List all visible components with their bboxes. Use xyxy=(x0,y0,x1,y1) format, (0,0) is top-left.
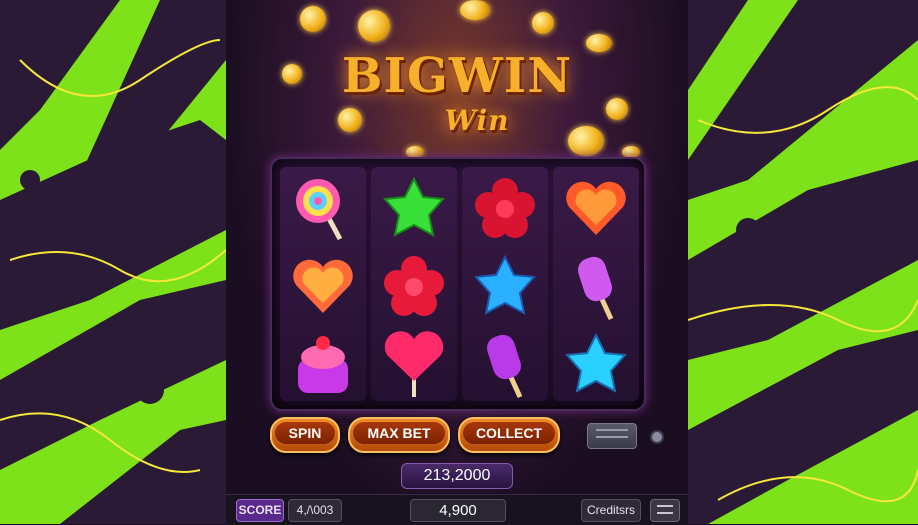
coin-icon xyxy=(460,0,490,20)
left-background-art xyxy=(0,0,226,524)
cupcake-candy-icon xyxy=(298,336,348,393)
big-win-title: BIGWIN xyxy=(341,48,573,104)
indicator-dot[interactable] xyxy=(650,430,664,444)
heart-candy-icon xyxy=(566,181,626,235)
spin-button-label: SPIN xyxy=(275,422,335,444)
green-star-candy-icon xyxy=(382,176,446,237)
popsicle-icon xyxy=(487,334,523,399)
reel-grid xyxy=(270,157,646,411)
red-gummy-flower-icon xyxy=(384,256,444,316)
score-value: 4,/\003 xyxy=(288,499,342,522)
red-gummy-flower-icon xyxy=(475,178,535,238)
collect-button-label: COLLECT xyxy=(463,422,555,444)
coin-icon xyxy=(300,6,326,32)
coin-icon xyxy=(532,12,554,34)
lollipop-icon xyxy=(296,179,343,241)
score-label: SCORE xyxy=(236,499,284,522)
reel-4 xyxy=(553,167,639,401)
max-bet-button-label: MAX BET xyxy=(353,422,445,444)
reel-2 xyxy=(371,167,457,401)
menu-icon xyxy=(657,505,673,507)
reel-1 xyxy=(280,167,366,401)
heart-lollipop-icon xyxy=(384,331,444,397)
menu-button[interactable] xyxy=(650,499,680,522)
slot-game-panel: BIGWIN Win SPIN MAX BET COLLECT 213,2000 xyxy=(226,0,688,524)
big-win-subtitle: Win xyxy=(444,104,510,137)
bet-value-display: 4,900 xyxy=(410,499,506,522)
reel-3 xyxy=(462,167,548,401)
popsicle-icon xyxy=(578,256,614,321)
total-win-display: 213,2000 xyxy=(401,463,513,489)
credits-button[interactable]: Creditsrs xyxy=(581,499,641,522)
blue-star-candy-icon xyxy=(564,332,628,393)
collect-button[interactable]: COLLECT xyxy=(458,417,560,453)
max-bet-button[interactable]: MAX BET xyxy=(348,417,450,453)
settings-toggle-button[interactable] xyxy=(587,423,637,449)
heart-candy-icon xyxy=(293,259,353,313)
blue-star-candy-icon xyxy=(473,254,537,315)
coin-icon xyxy=(358,10,390,42)
bottom-status-bar: SCORE 4,/\003 4,900 Creditsrs xyxy=(226,494,688,525)
right-background-art xyxy=(688,0,918,524)
spin-button[interactable]: SPIN xyxy=(270,417,340,453)
